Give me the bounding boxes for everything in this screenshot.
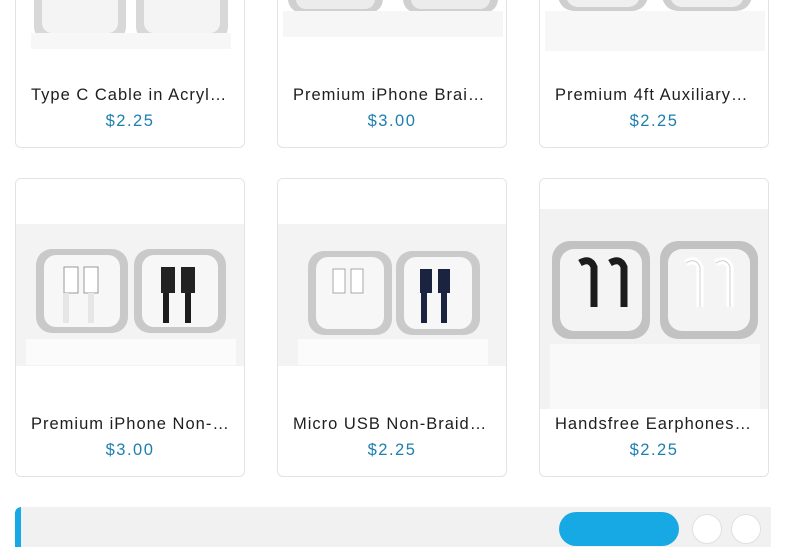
product-card[interactable]: Micro USB Non-Braid… $2.25 [277, 178, 507, 477]
earphones-image [540, 179, 768, 409]
iphone-nonbraided-cables-image [16, 179, 244, 409]
iphone-braided-cables-image [278, 0, 506, 51]
product-title[interactable]: Micro USB Non-Braid… [293, 415, 494, 434]
micro-usb-cables-image [278, 179, 506, 409]
product-price: $2.25 [105, 112, 155, 130]
product-card[interactable]: Type C Cable in Acryl… $2.25 [15, 0, 245, 148]
product-card[interactable]: Premium 4ft Auxiliary… $2.25 [539, 0, 769, 148]
product-price: $2.25 [367, 441, 417, 459]
product-image[interactable] [278, 0, 506, 51]
product-image[interactable] [16, 179, 244, 409]
product-title[interactable]: Premium iPhone Non-… [31, 415, 232, 434]
product-card[interactable]: Handsfree Earphones… $2.25 [539, 178, 769, 477]
product-image[interactable] [540, 0, 768, 51]
product-title[interactable]: Premium iPhone Brai… [293, 86, 494, 105]
product-card[interactable]: Premium iPhone Non-… $3.00 [15, 178, 245, 477]
type-c-cables-image [16, 0, 244, 51]
product-title[interactable]: Handsfree Earphones… [555, 415, 756, 434]
aux-cables-image [540, 0, 768, 51]
footer-action-button[interactable] [559, 512, 679, 546]
product-title[interactable]: Premium 4ft Auxiliary… [555, 86, 756, 105]
product-price: $3.00 [105, 441, 155, 459]
product-price: $3.00 [367, 112, 417, 130]
footer-icon-button-1[interactable] [692, 514, 722, 544]
product-image[interactable] [278, 179, 506, 409]
product-image[interactable] [540, 179, 768, 409]
product-image[interactable] [16, 0, 244, 51]
product-title[interactable]: Type C Cable in Acryl… [31, 86, 232, 105]
product-price: $2.25 [629, 112, 679, 130]
product-price: $2.25 [629, 441, 679, 459]
footer-icon-button-2[interactable] [731, 514, 761, 544]
footer-accent-strip [15, 507, 21, 547]
product-card[interactable]: Premium iPhone Brai… $3.00 [277, 0, 507, 148]
footer-banner [15, 507, 771, 547]
